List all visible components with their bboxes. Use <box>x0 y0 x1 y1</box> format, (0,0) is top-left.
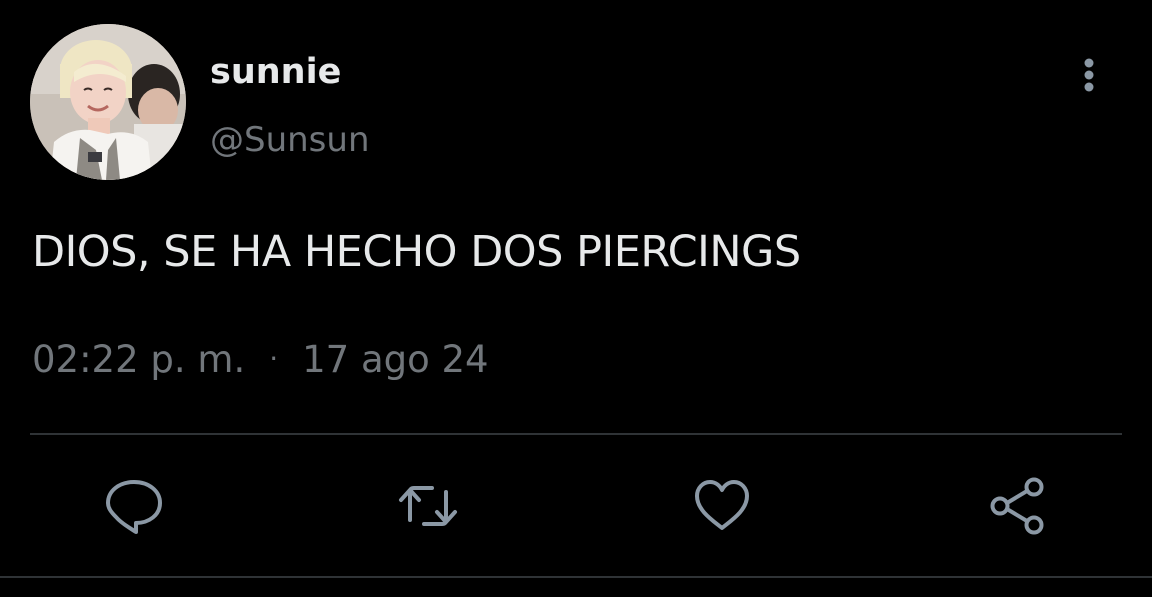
tweet-text: DIOS, SE HA HECHO DOS PIERCINGS <box>32 227 801 277</box>
like-button[interactable] <box>692 476 752 536</box>
tweet-card: sunnie @Sunsun DIOS, SE HA HECHO DOS PIE… <box>0 0 1152 597</box>
bottom-divider <box>0 576 1152 578</box>
meta-separator: · <box>269 342 279 375</box>
heart-outline-icon <box>695 480 749 530</box>
tweet-date: 17 ago 24 <box>302 338 489 381</box>
share-nodes-icon <box>990 477 1044 535</box>
retweet-button[interactable] <box>398 476 458 536</box>
speech-bubble-icon <box>106 480 162 534</box>
author-handle[interactable]: @Sunsun <box>210 118 370 162</box>
vertical-dots-icon <box>1084 58 1094 92</box>
tweet-timestamp[interactable]: 02:22 p. m. · 17 ago 24 <box>32 336 489 383</box>
retweet-arrows-icon <box>399 486 457 526</box>
avatar[interactable] <box>30 24 186 180</box>
share-button[interactable] <box>988 476 1048 536</box>
divider <box>30 433 1122 435</box>
reply-button[interactable] <box>104 476 164 536</box>
author-display-name[interactable]: sunnie <box>210 50 341 94</box>
more-options-button[interactable] <box>1068 54 1110 96</box>
tweet-time: 02:22 p. m. <box>32 338 246 381</box>
